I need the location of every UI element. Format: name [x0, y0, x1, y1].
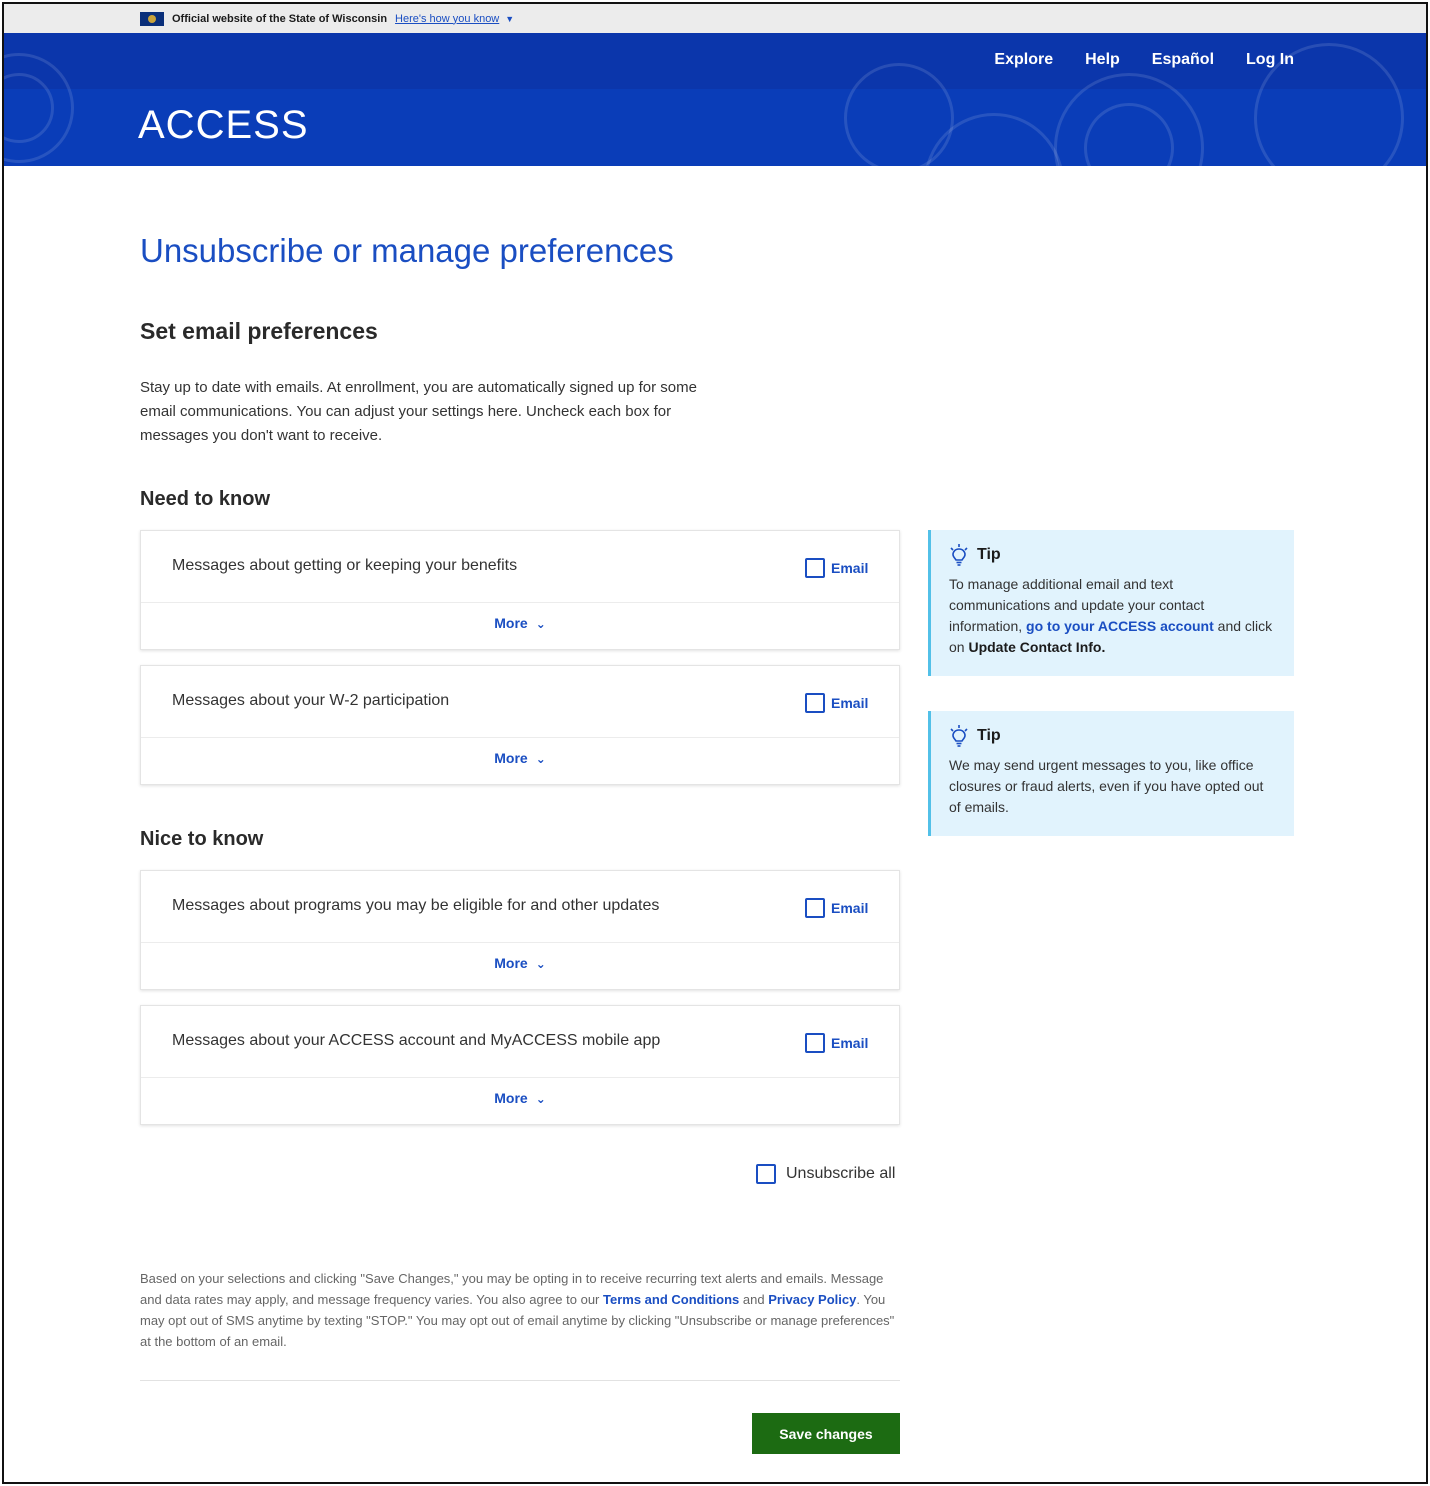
intro-text: Stay up to date with emails. At enrollme…	[140, 379, 697, 444]
tip-box-urgent: Tip We may send urgent messages to you, …	[928, 711, 1294, 836]
preference-label: Messages about your W-2 participation	[172, 692, 450, 709]
preference-label: Messages about getting or keeping your b…	[172, 557, 518, 574]
page-title: Unsubscribe or manage preferences	[140, 232, 674, 269]
more-toggle[interactable]: More ⌄	[141, 955, 899, 971]
more-label[interactable]: More	[494, 1090, 527, 1106]
lightbulb-icon	[950, 725, 968, 747]
email-checkbox[interactable]: Email	[805, 693, 868, 713]
nav-log-in[interactable]: Log In	[1246, 51, 1294, 69]
nav-explore[interactable]: Explore	[994, 51, 1053, 69]
group-title-need-to-know: Need to know	[140, 488, 271, 510]
save-changes-button[interactable]: Save changes	[752, 1413, 900, 1454]
preference-card: Messages about your W-2 participation Em…	[140, 665, 900, 785]
checkbox-box[interactable]	[805, 898, 825, 918]
official-website-text: Official website of the State of Wiscons…	[172, 12, 388, 25]
more-label[interactable]: More	[494, 615, 527, 631]
more-toggle[interactable]: More ⌄	[141, 615, 899, 631]
more-label[interactable]: More	[494, 750, 527, 766]
email-checkbox[interactable]: Email	[805, 558, 868, 578]
privacy-link[interactable]: Privacy Policy	[768, 1292, 856, 1307]
card-row: Messages about your W-2 participation Em…	[141, 666, 899, 738]
chevron-down-icon[interactable]: ⌄	[536, 752, 546, 766]
decorative-ring	[844, 63, 954, 166]
chevron-down-icon[interactable]: ⌄	[536, 957, 546, 971]
chevron-down-icon[interactable]: ⌄	[536, 1092, 546, 1106]
tip-header: Tip	[949, 544, 1276, 566]
more-toggle[interactable]: More ⌄	[141, 750, 899, 766]
wisconsin-flag-icon	[140, 11, 164, 26]
more-toggle[interactable]: More ⌄	[141, 1090, 899, 1106]
site-header: Explore Help Español Log In ACCESS	[4, 33, 1426, 166]
email-checkbox-label[interactable]: Email	[831, 695, 868, 711]
nav-help[interactable]: Help	[1085, 51, 1120, 69]
terms-link[interactable]: Terms and Conditions	[603, 1292, 739, 1307]
unsubscribe-all-checkbox[interactable]: Unsubscribe all	[756, 1164, 895, 1184]
brand-logo[interactable]: ACCESS	[138, 103, 309, 148]
tip-title: Tip	[977, 727, 1001, 744]
group-title-nice-to-know: Nice to know	[140, 828, 264, 850]
chevron-down-icon[interactable]: ⌄	[536, 617, 546, 631]
email-checkbox[interactable]: Email	[805, 1033, 868, 1053]
preference-label: Messages about programs you may be eligi…	[172, 897, 660, 914]
email-checkbox-label[interactable]: Email	[831, 1035, 868, 1051]
section-title: Set email preferences	[140, 318, 378, 344]
main-nav: Explore Help Español Log In	[994, 51, 1294, 69]
page-frame: Official website of the State of Wiscons…	[2, 2, 1428, 1484]
email-checkbox[interactable]: Email	[805, 898, 868, 918]
card-row: Messages about getting or keeping your b…	[141, 531, 899, 603]
checkbox-box[interactable]	[805, 558, 825, 578]
official-banner: Official website of the State of Wiscons…	[4, 4, 1426, 33]
access-account-link[interactable]: go to your ACCESS account	[1026, 618, 1214, 634]
tip-body: To manage additional email and text comm…	[949, 574, 1276, 658]
card-row: Messages about programs you may be eligi…	[141, 871, 899, 943]
checkbox-box[interactable]	[805, 693, 825, 713]
chevron-down-icon[interactable]: ▼	[505, 14, 514, 24]
preference-card: Messages about your ACCESS account and M…	[140, 1005, 900, 1125]
checkbox-box[interactable]	[756, 1164, 776, 1184]
preference-label: Messages about your ACCESS account and M…	[172, 1032, 661, 1049]
disclaimer-text: Based on your selections and clicking "S…	[140, 1268, 902, 1352]
checkbox-box[interactable]	[805, 1033, 825, 1053]
email-checkbox-label[interactable]: Email	[831, 560, 868, 576]
email-checkbox-label[interactable]: Email	[831, 900, 868, 916]
unsubscribe-all-label[interactable]: Unsubscribe all	[786, 1165, 895, 1183]
tip-header: Tip	[949, 725, 1276, 747]
preference-card: Messages about programs you may be eligi…	[140, 870, 900, 990]
tip-box-contact: Tip To manage additional email and text …	[928, 530, 1294, 676]
divider	[140, 1380, 900, 1381]
preference-card: Messages about getting or keeping your b…	[140, 530, 900, 650]
card-row: Messages about your ACCESS account and M…	[141, 1006, 899, 1078]
tip-title: Tip	[977, 546, 1001, 563]
lightbulb-icon	[950, 544, 968, 566]
nav-espanol[interactable]: Español	[1152, 51, 1214, 69]
how-you-know-link[interactable]: Here's how you know	[395, 13, 499, 25]
tip-body: We may send urgent messages to you, like…	[949, 757, 1264, 815]
disclaimer-part2: and	[739, 1292, 769, 1307]
tip-bold-text: Update Contact Info.	[968, 639, 1106, 655]
more-label[interactable]: More	[494, 955, 527, 971]
